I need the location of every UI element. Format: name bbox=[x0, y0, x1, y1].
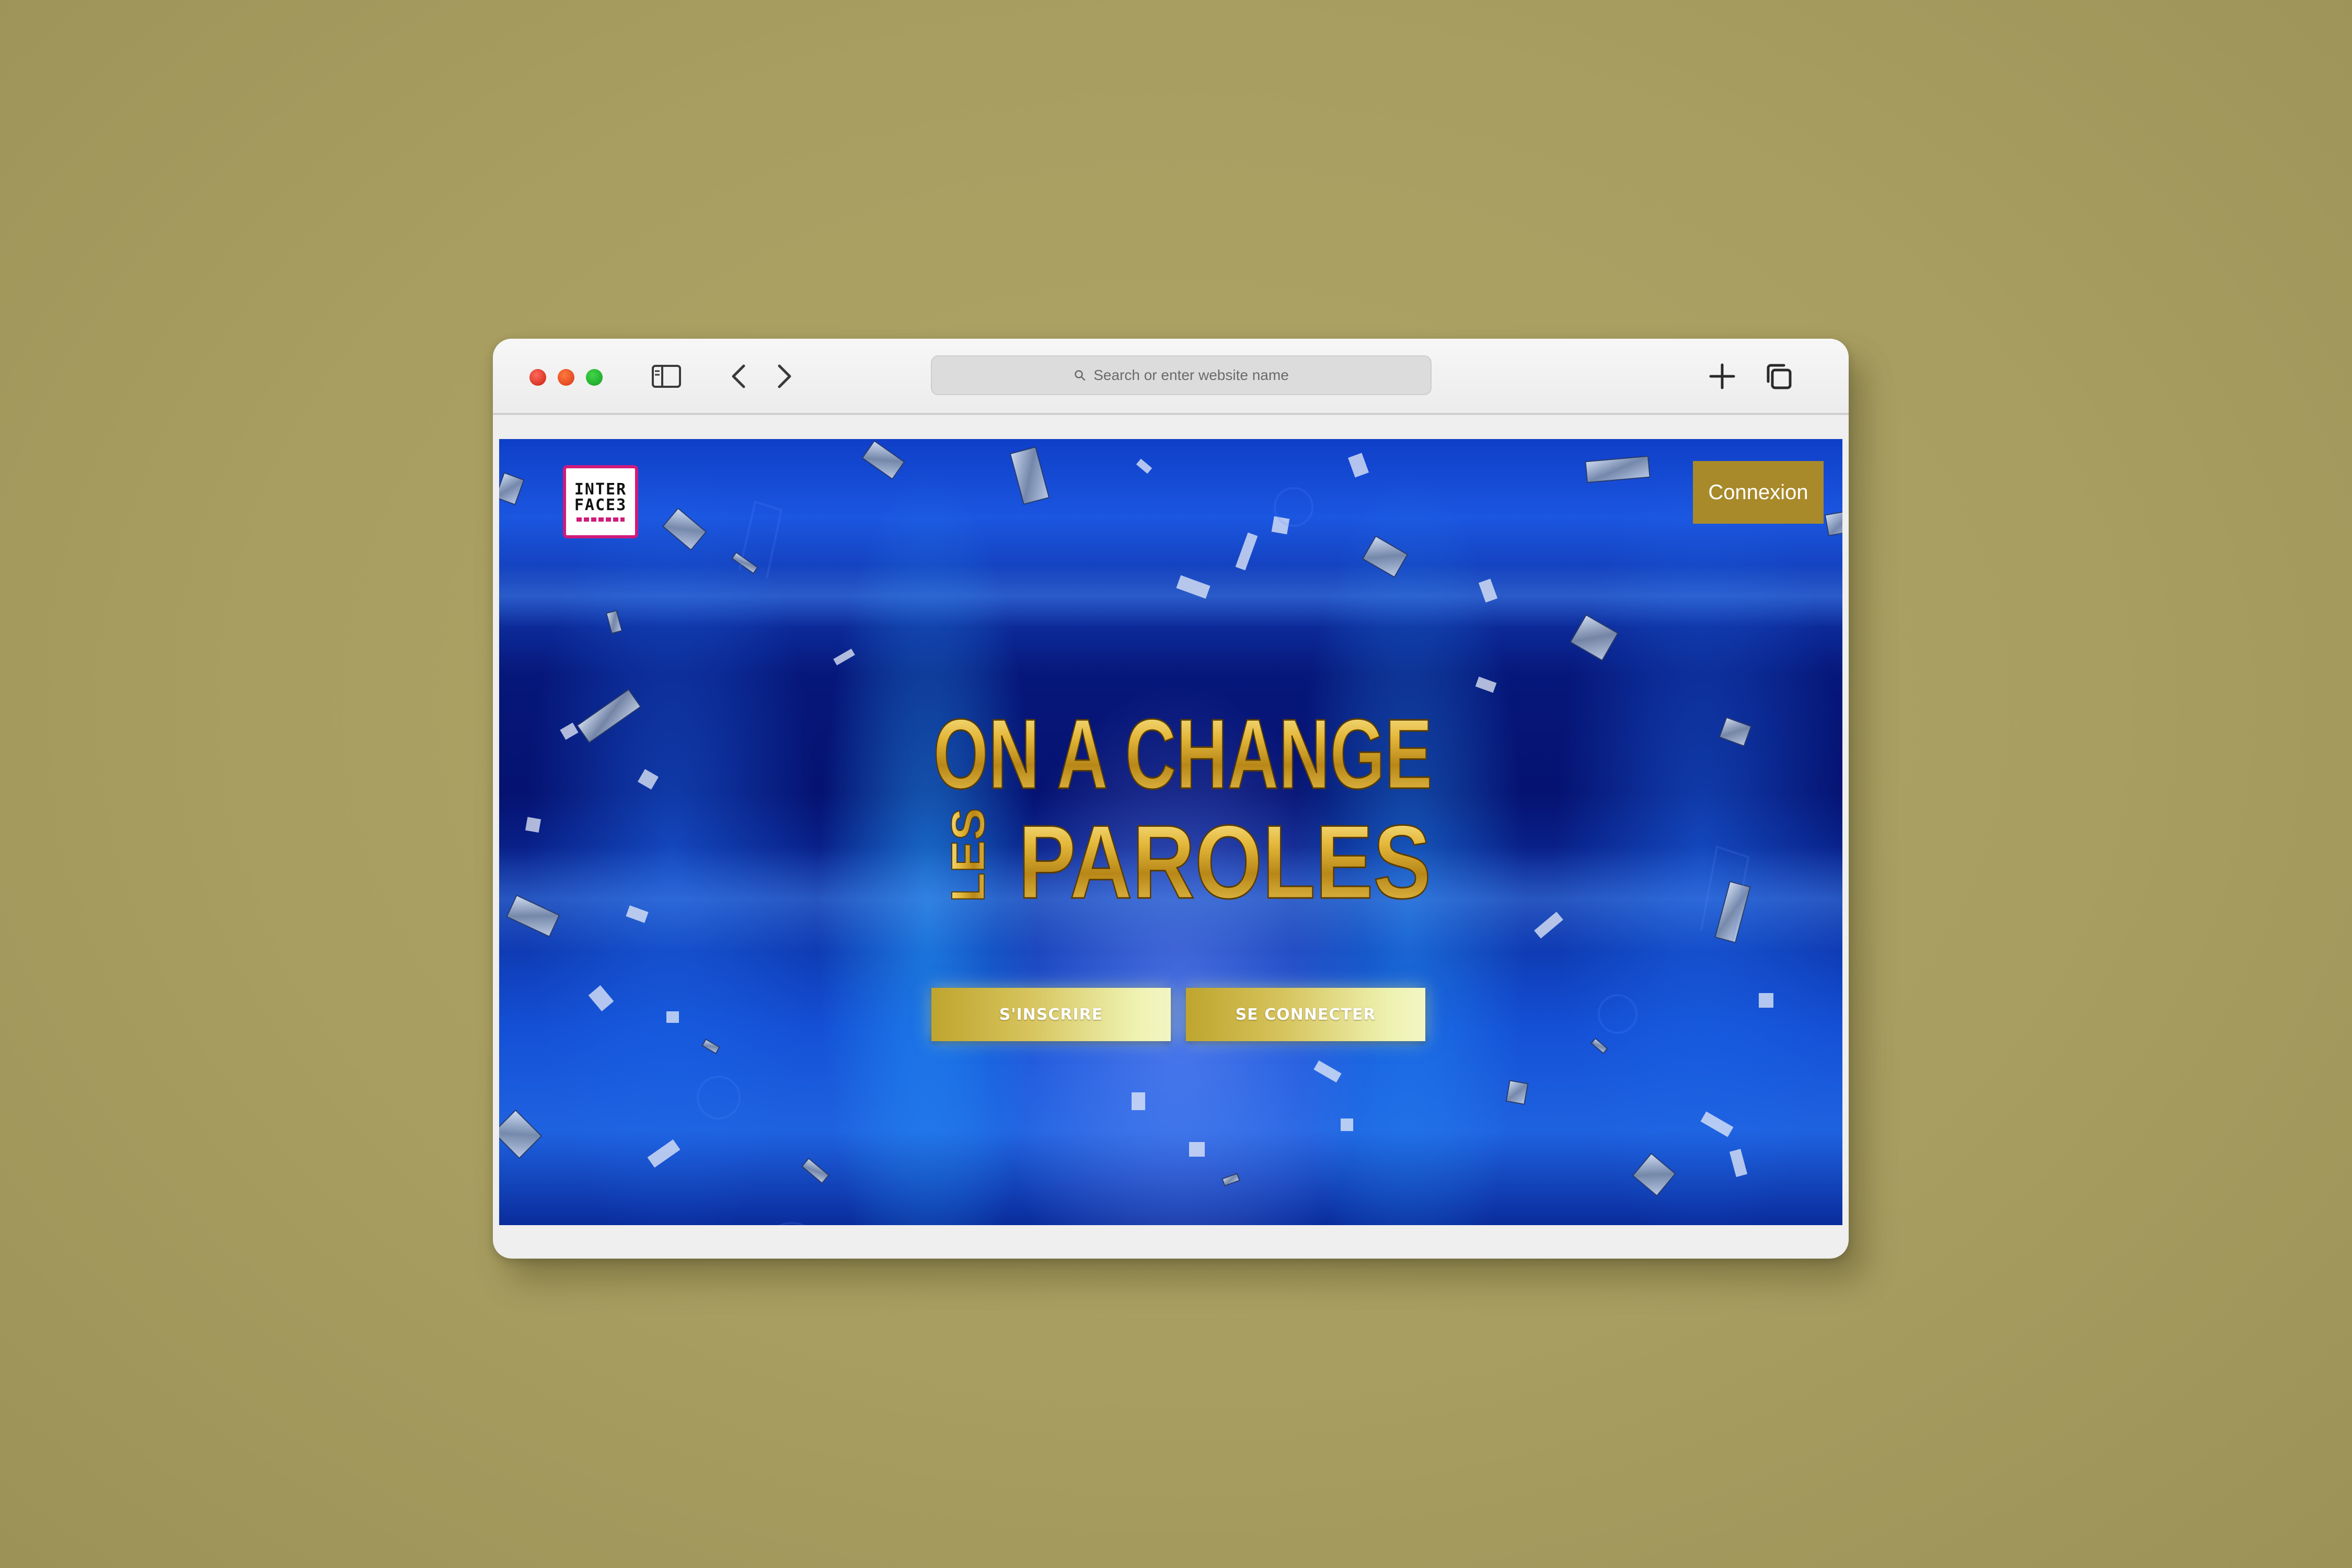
logo-text-line2: FACE3 bbox=[574, 496, 627, 514]
new-tab-icon[interactable] bbox=[1705, 360, 1739, 393]
interface3-logo[interactable]: INTER FACE3 bbox=[563, 465, 638, 538]
web-page: INTER FACE3 Connexion ON A CHANGE LES PA… bbox=[499, 439, 1842, 1225]
tabs-overview-icon[interactable] bbox=[1762, 360, 1795, 393]
browser-window: Search or enter website name INTER FACE3… bbox=[493, 339, 1849, 1259]
hero-title: ON A CHANGE LES PAROLES bbox=[932, 698, 1434, 921]
sidebar-icon[interactable] bbox=[650, 360, 683, 393]
search-icon bbox=[1075, 370, 1086, 381]
register-button[interactable]: S'INSCRIRE bbox=[931, 988, 1171, 1041]
header-login-button[interactable]: Connexion bbox=[1693, 461, 1824, 524]
close-window-button[interactable] bbox=[529, 369, 546, 386]
minimize-window-button[interactable] bbox=[558, 369, 574, 386]
logo-text-line1: INTER bbox=[574, 480, 627, 499]
forward-icon[interactable] bbox=[767, 360, 800, 393]
back-icon[interactable] bbox=[723, 360, 756, 393]
hero-title-line1: ON A CHANGE bbox=[933, 705, 1433, 810]
logo-stripe bbox=[577, 517, 625, 522]
login-button[interactable]: SE CONNECTER bbox=[1186, 988, 1425, 1041]
hero-title-prefix: LES bbox=[942, 808, 995, 902]
browser-toolbar: Search or enter website name bbox=[493, 339, 1849, 415]
maximize-window-button[interactable] bbox=[586, 369, 603, 386]
address-placeholder: Search or enter website name bbox=[1093, 367, 1289, 383]
hero-title-line2: PAROLES bbox=[1018, 804, 1431, 903]
address-bar[interactable]: Search or enter website name bbox=[931, 355, 1432, 395]
